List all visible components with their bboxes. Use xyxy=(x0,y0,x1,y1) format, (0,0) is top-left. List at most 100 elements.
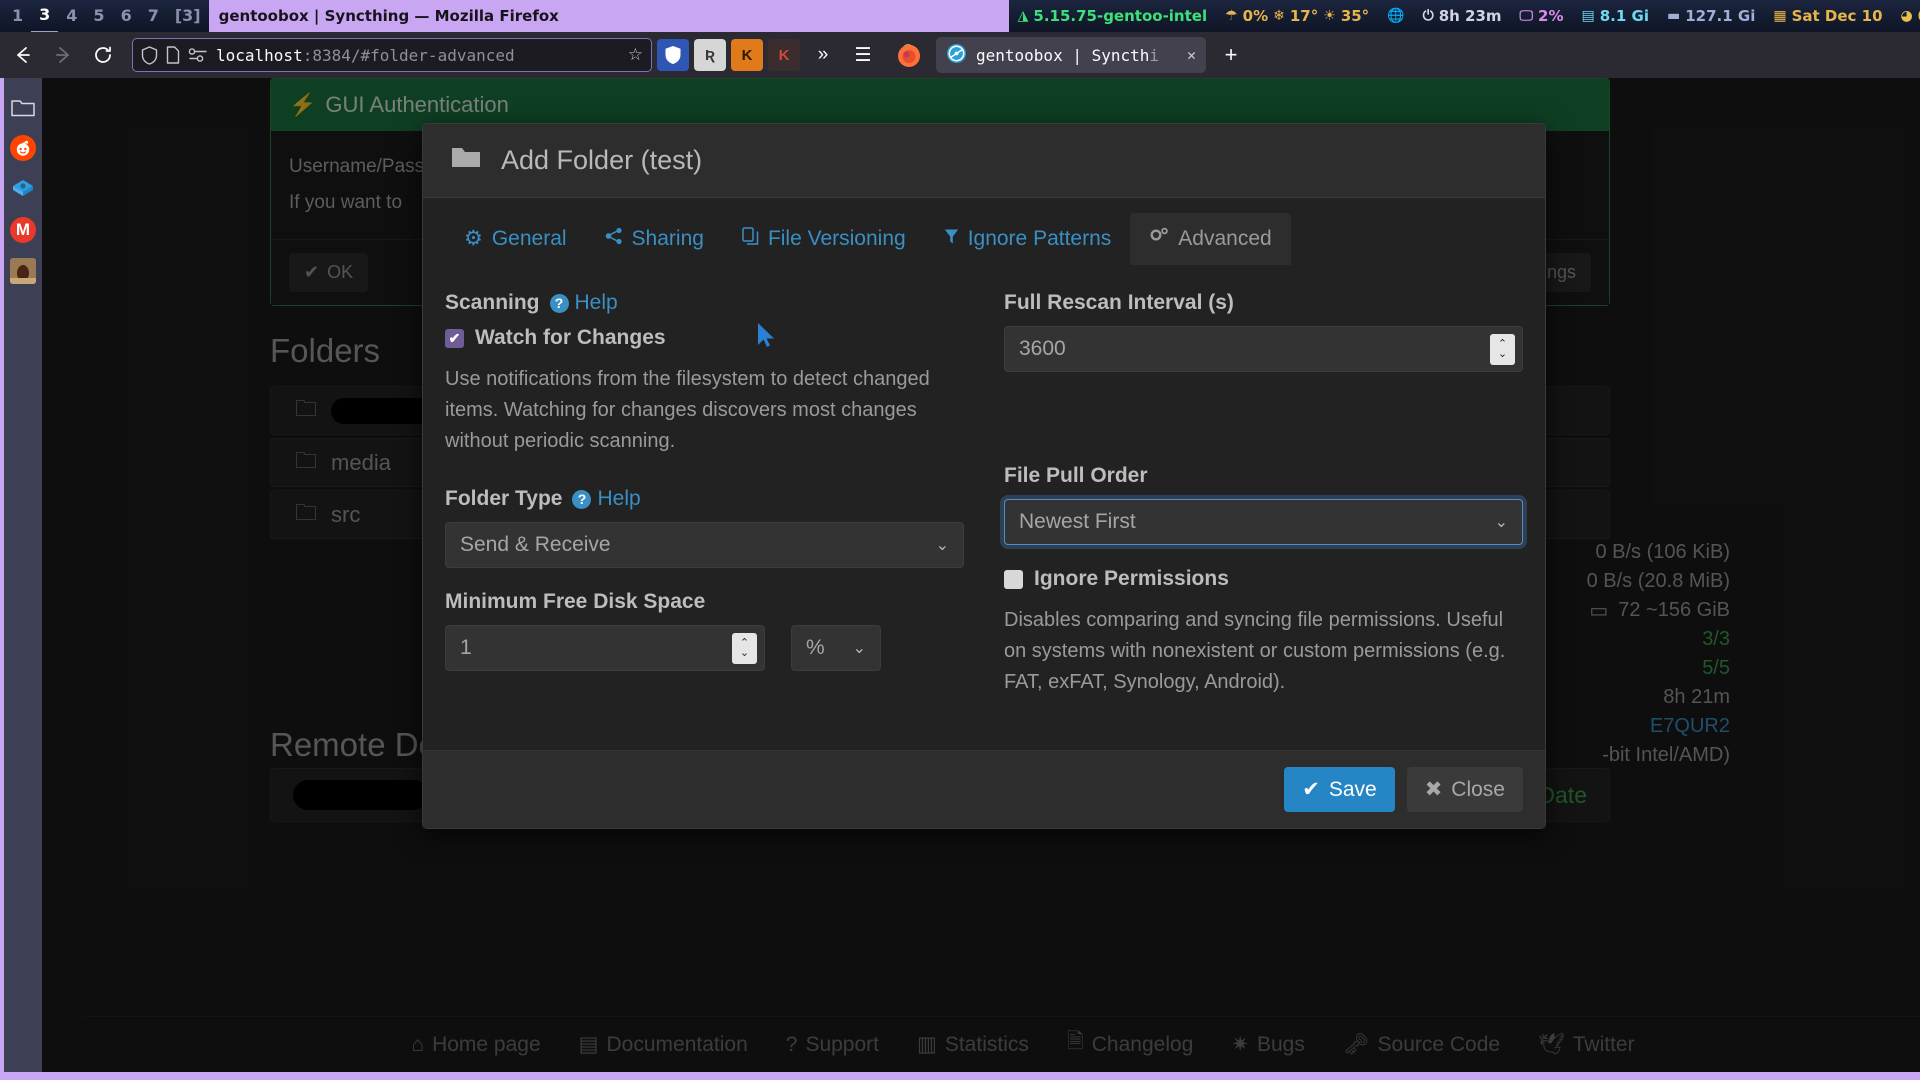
minimum-free-disk-space-input[interactable]: 1 ⌃ ⌄ xyxy=(445,625,765,671)
forward-button[interactable] xyxy=(46,38,80,72)
tab-ignore-patterns[interactable]: Ignore Patterns xyxy=(925,213,1131,265)
address-bar[interactable]: localhost:8384/#folder-advanced ☆ xyxy=(132,38,652,72)
number-stepper-icon[interactable]: ⌃ ⌄ xyxy=(1490,334,1515,365)
desktop-dock: M xyxy=(0,78,42,1080)
monitor-icon: 🖵 xyxy=(1519,8,1534,24)
ublock-origin-icon[interactable] xyxy=(657,39,689,71)
gentoo-icon: ◮ xyxy=(1017,8,1029,24)
tab-syncthing[interactable]: gentoobox | Syncthi ✕ xyxy=(936,37,1206,73)
minimum-free-disk-space-unit-value: % xyxy=(806,636,825,659)
watch-for-changes-checkbox-row[interactable]: ✔ Watch for Changes xyxy=(445,326,964,350)
x-icon: ✖ xyxy=(1424,778,1443,801)
close-button[interactable]: ✖ Close xyxy=(1406,767,1523,812)
folder-type-group: Folder Type ? Help Send & Receive ⌄ xyxy=(445,487,964,568)
status-temp-low-text: 17° xyxy=(1289,7,1319,25)
file-manager-icon[interactable] xyxy=(10,94,36,120)
clock-icon: ◕ xyxy=(1900,8,1913,24)
gmail-glyph: M xyxy=(15,220,31,239)
status-date-text: Sat Dec 10 xyxy=(1791,7,1883,25)
file-pull-order-value: Newest First xyxy=(1019,510,1136,533)
gears-icon xyxy=(1149,227,1169,251)
shield-icon[interactable] xyxy=(141,45,158,65)
tab-title: gentoobox | Syncthi xyxy=(976,46,1159,65)
dialog-footer: ✔ Save ✖ Close xyxy=(423,750,1545,828)
status-memory-text: 8.1 Gi xyxy=(1599,7,1649,25)
dropbox-icon[interactable] xyxy=(10,176,36,202)
tab-file-versioning[interactable]: File Versioning xyxy=(723,213,925,265)
advanced-right-column: Full Rescan Interval (s) 3600 ⌃ ⌄ File Pu… xyxy=(1004,291,1523,720)
overflow-menu-button[interactable]: » xyxy=(806,38,840,72)
page-info-icon[interactable] xyxy=(166,46,180,64)
workspace-bracket[interactable]: [3] xyxy=(167,0,209,32)
status-cpu-text: 2% xyxy=(1538,7,1564,25)
star-icon[interactable]: ☆ xyxy=(628,45,643,65)
workspace-7[interactable]: 7 xyxy=(140,0,167,32)
minimum-free-disk-space-label: Minimum Free Disk Space xyxy=(445,590,706,613)
chevron-down-icon: ⌄ xyxy=(935,537,949,554)
save-button[interactable]: ✔ Save xyxy=(1284,767,1395,812)
workspace-1[interactable]: 1 xyxy=(4,0,31,32)
hamburger-icon: ☰ xyxy=(854,44,872,66)
scanning-help-link[interactable]: ? Help xyxy=(549,291,618,315)
image-thumbnail-icon[interactable] xyxy=(10,258,36,284)
folder-type-select[interactable]: Send & Receive ⌄ xyxy=(445,522,964,568)
status-memory: ▤ 8.1 Gi xyxy=(1573,7,1658,25)
tab-general[interactable]: ⚙ General xyxy=(445,212,586,265)
extension-keepass-icon[interactable]: K xyxy=(768,39,800,71)
chevron-double-right-icon: » xyxy=(817,44,829,65)
workspace-6[interactable]: 6 xyxy=(113,0,140,32)
workspace-list[interactable]: 1 3 4 5 6 7 [3] xyxy=(0,0,209,34)
dialog-body: ⚙ General Sharing File Versioning Ignore… xyxy=(423,198,1545,750)
extension-k-orange-glyph: K xyxy=(741,46,753,64)
gmail-icon[interactable]: M xyxy=(10,217,36,243)
browser-toolbar: localhost:8384/#folder-advanced ☆ Ʀ K K … xyxy=(0,32,1920,96)
folder-icon xyxy=(451,145,481,176)
question-circle-icon: ? xyxy=(572,489,592,509)
url-path: :8384/#folder-advanced xyxy=(302,45,515,65)
chevron-down-icon: ⌄ xyxy=(1494,514,1508,531)
url-host: localhost xyxy=(216,45,303,65)
folder-type-help-link[interactable]: ? Help xyxy=(572,487,641,511)
minimum-free-disk-space-unit-select[interactable]: % ⌄ xyxy=(791,625,881,671)
close-button-label: Close xyxy=(1451,777,1505,801)
number-stepper-icon[interactable]: ⌃ ⌄ xyxy=(732,633,757,664)
workspace-4[interactable]: 4 xyxy=(58,0,85,32)
ram-icon: ▤ xyxy=(1581,8,1595,24)
watch-for-changes-checkbox[interactable]: ✔ xyxy=(445,328,464,348)
status-uptime: ⏻ 8h 23m xyxy=(1414,7,1511,25)
minimum-free-disk-space-value: 1 xyxy=(460,636,472,659)
tab-sharing[interactable]: Sharing xyxy=(586,213,723,265)
extension-r-icon[interactable]: Ʀ xyxy=(694,39,726,71)
dialog-tab-bar: ⚙ General Sharing File Versioning Ignore… xyxy=(423,198,1545,265)
workspace-3[interactable]: 3 xyxy=(31,0,59,34)
scanning-help-label: Help xyxy=(574,291,618,314)
full-rescan-interval-label: Full Rescan Interval (s) xyxy=(1004,291,1234,314)
tab-title-dim: i xyxy=(1149,45,1160,65)
status-disk-text: 127.1 Gi xyxy=(1685,7,1756,25)
tab-general-label: General xyxy=(491,226,567,250)
tab-close-icon[interactable]: ✕ xyxy=(1187,46,1196,64)
back-button[interactable] xyxy=(6,38,40,72)
add-folder-dialog: Add Folder (test) ⚙ General Sharing File… xyxy=(422,123,1546,829)
extension-k-orange-icon[interactable]: K xyxy=(731,39,763,71)
tab-sharing-label: Sharing xyxy=(631,227,704,250)
save-button-label: Save xyxy=(1328,777,1377,801)
check-icon: ✔ xyxy=(1302,778,1320,801)
file-pull-order-select[interactable]: Newest First ⌄ xyxy=(1004,499,1523,545)
full-rescan-interval-input[interactable]: 3600 ⌃ ⌄ xyxy=(1004,326,1523,372)
filter-icon xyxy=(944,227,959,251)
sun-icon: ☀ xyxy=(1323,8,1336,24)
reload-button[interactable] xyxy=(86,38,120,72)
minimum-free-disk-space-controls: 1 ⌃ ⌄ % ⌄ xyxy=(445,625,964,671)
workspace-5[interactable]: 5 xyxy=(85,0,112,32)
permissions-icon[interactable] xyxy=(188,47,208,63)
new-tab-button[interactable]: + xyxy=(1216,42,1246,68)
tab-title-main: gentoobox | Syncth xyxy=(976,45,1150,65)
tab-ignore-patterns-label: Ignore Patterns xyxy=(967,227,1112,250)
app-menu-button[interactable]: ☰ xyxy=(846,38,880,72)
reddit-icon[interactable] xyxy=(10,135,36,161)
tab-advanced[interactable]: Advanced xyxy=(1130,213,1291,265)
ignore-permissions-checkbox[interactable] xyxy=(1004,569,1023,589)
url-text[interactable]: localhost:8384/#folder-advanced xyxy=(216,46,620,65)
ignore-permissions-checkbox-row[interactable]: Ignore Permissions xyxy=(1004,567,1523,591)
